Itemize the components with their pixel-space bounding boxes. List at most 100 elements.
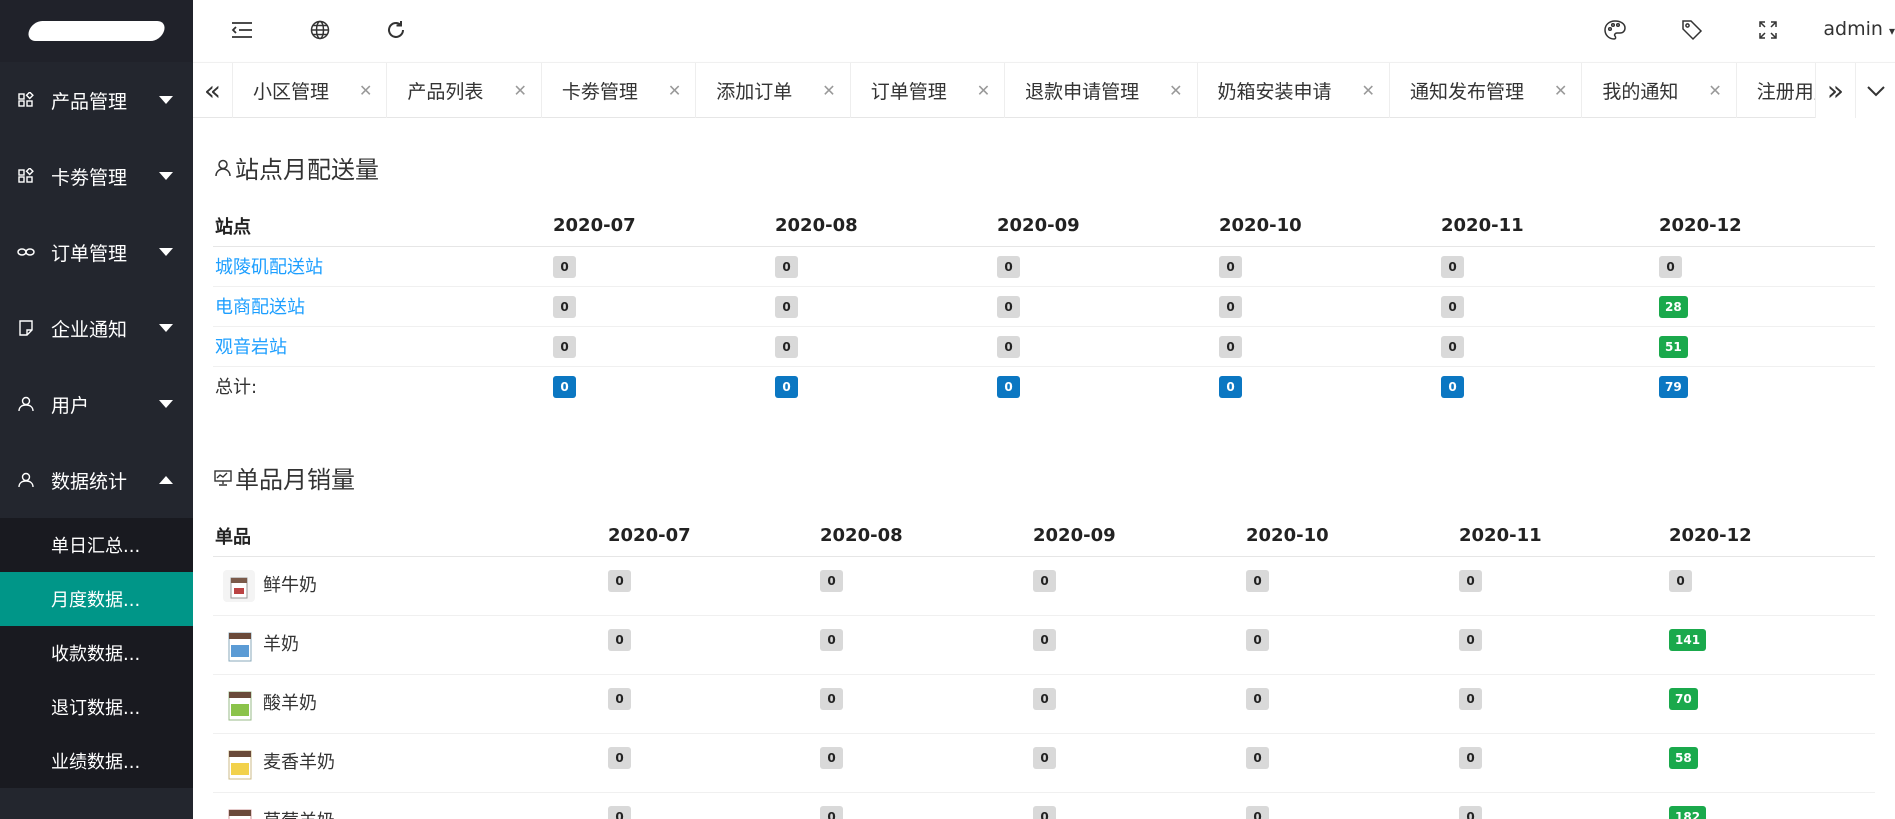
count-badge: 58 xyxy=(1669,746,1698,769)
count-badge: 0 xyxy=(1459,628,1482,651)
tab-label: 奶箱安装申请 xyxy=(1217,81,1332,103)
sidebar-group-orders[interactable]: 订单管理 xyxy=(0,214,193,290)
count-badge: 182 xyxy=(1669,805,1707,819)
total-badge: 0 xyxy=(775,375,798,398)
close-icon[interactable]: ✕ xyxy=(1554,81,1567,100)
column-header: 2020-11 xyxy=(1439,206,1657,247)
close-icon[interactable]: ✕ xyxy=(513,81,526,100)
close-icon[interactable]: ✕ xyxy=(359,81,372,100)
sidebar-item-daily-summary[interactable]: 单日汇总... xyxy=(0,518,193,572)
table-row: 观音岩站 0 0 0 0 0 51 xyxy=(213,326,1875,367)
station-link[interactable]: 城陵矶配送站 xyxy=(215,257,323,278)
admin-user-menu[interactable]: admin ▾ xyxy=(1823,18,1895,40)
count-badge: 0 xyxy=(997,255,1020,278)
count-badge: 0 xyxy=(1459,805,1482,819)
close-icon[interactable]: ✕ xyxy=(668,81,681,100)
table-row: 草莓羊奶 0 0 0 0 0 182 xyxy=(213,792,1875,819)
table-row: 酸羊奶 0 0 0 0 0 70 xyxy=(213,674,1875,734)
top-header: admin ▾ xyxy=(193,0,1895,62)
total-badge: 79 xyxy=(1659,375,1688,398)
tab-notice-publish[interactable]: 通知发布管理 ✕ xyxy=(1390,63,1583,118)
count-badge: 0 xyxy=(608,628,631,651)
tab-orders[interactable]: 订单管理 ✕ xyxy=(851,63,1006,118)
tabs-scroll-right-icon[interactable]: » xyxy=(1815,63,1855,118)
tab-add-order[interactable]: 添加订单 ✕ xyxy=(696,63,851,118)
page-tabs-bar: « 小区管理 ✕ 产品列表 ✕ 卡劵管理 ✕ 添加订单 ✕ 订单管理 ✕ 退款申请管理 ✕ 奶箱安装申请… xyxy=(193,62,1895,118)
product-name: 鲜牛奶 xyxy=(263,574,317,596)
count-badge: 0 xyxy=(820,569,843,592)
sidebar-group-label: 企业通知 xyxy=(51,318,128,341)
sidebar-item-monthly-data[interactable]: 月度数据... xyxy=(0,572,193,626)
tag-icon[interactable] xyxy=(1679,17,1705,43)
caret-down-icon xyxy=(159,400,173,408)
theme-palette-icon[interactable] xyxy=(1602,17,1628,43)
tab-coupons[interactable]: 卡劵管理 ✕ xyxy=(542,63,697,118)
station-link[interactable]: 观音岩站 xyxy=(215,337,287,358)
tab-refunds[interactable]: 退款申请管理 ✕ xyxy=(1005,63,1198,118)
count-badge: 0 xyxy=(1246,746,1269,769)
close-icon[interactable]: ✕ xyxy=(977,81,990,100)
sidebar-item-unsubscribe-data[interactable]: 退订数据... xyxy=(0,680,193,734)
sidebar-group-statistics[interactable]: 数据统计 xyxy=(0,442,193,518)
column-header: 2020-11 xyxy=(1457,516,1667,557)
total-badge: 0 xyxy=(553,375,576,398)
count-badge: 0 xyxy=(1219,295,1242,318)
caret-down-icon xyxy=(159,172,173,180)
sidebar-item-performance-data[interactable]: 业绩数据... xyxy=(0,734,193,788)
section-title-text: 站点月配送量 xyxy=(235,156,379,184)
sidebar-item-payment-data[interactable]: 收款数据... xyxy=(0,626,193,680)
sidebar-item-label: 收款数据... xyxy=(51,644,141,665)
tab-label: 卡劵管理 xyxy=(561,81,638,103)
count-badge: 0 xyxy=(820,746,843,769)
close-icon[interactable]: ✕ xyxy=(1169,81,1182,100)
sidebar-group-products[interactable]: 产品管理 xyxy=(0,62,193,138)
sidebar-item-label: 业绩数据... xyxy=(51,752,141,773)
tab-my-notices[interactable]: 我的通知 ✕ xyxy=(1582,63,1737,118)
user-icon xyxy=(213,158,233,178)
tabs-dropdown-icon[interactable] xyxy=(1855,63,1895,118)
fullscreen-icon[interactable] xyxy=(1755,17,1781,43)
table-row: 电商配送站 0 0 0 0 0 28 xyxy=(213,286,1875,327)
count-badge: 0 xyxy=(1246,569,1269,592)
tab-label: 订单管理 xyxy=(870,81,947,103)
sidebar-item-label: 单日汇总... xyxy=(51,536,141,557)
table-header-row: 单品 2020-07 2020-08 2020-09 2020-10 2020-… xyxy=(213,516,1875,557)
tab-product-list[interactable]: 产品列表 ✕ xyxy=(387,63,542,118)
close-icon[interactable]: ✕ xyxy=(822,81,835,100)
globe-icon[interactable] xyxy=(307,17,333,43)
count-badge: 0 xyxy=(775,255,798,278)
sidebar: 产品管理 卡劵管理 订单管理 企业通知 用户 数据统计 单日汇总... 月度数据… xyxy=(0,0,193,819)
main-content: 站点月配送量 站点 2020-07 2020-08 2020-09 2020-1… xyxy=(193,118,1895,819)
count-badge: 0 xyxy=(553,295,576,318)
column-header: 2020-09 xyxy=(995,206,1217,247)
tabs-scroll-left-icon[interactable]: « xyxy=(193,63,233,118)
close-icon[interactable]: ✕ xyxy=(1708,81,1721,100)
station-link[interactable]: 电商配送站 xyxy=(215,297,305,318)
sidebar-group-notices[interactable]: 企业通知 xyxy=(0,290,193,366)
product-image xyxy=(219,802,259,819)
count-badge: 0 xyxy=(1246,805,1269,819)
sidebar-group-label: 数据统计 xyxy=(51,470,128,493)
tab-community[interactable]: 小区管理 ✕ xyxy=(233,63,388,118)
sidebar-group-coupons[interactable]: 卡劵管理 xyxy=(0,138,193,214)
product-image xyxy=(219,743,259,783)
sidebar-group-users[interactable]: 用户 xyxy=(0,366,193,442)
close-icon[interactable]: ✕ xyxy=(1362,81,1375,100)
sidebar-group-label: 卡劵管理 xyxy=(51,166,128,189)
tab-milkbox-install[interactable]: 奶箱安装申请 ✕ xyxy=(1198,63,1390,118)
count-badge: 28 xyxy=(1659,295,1688,318)
refresh-icon[interactable] xyxy=(383,17,409,43)
product-image xyxy=(219,684,259,724)
apps-icon xyxy=(17,167,35,185)
column-header: 2020-12 xyxy=(1667,516,1875,557)
link-icon xyxy=(17,243,35,261)
column-header: 2020-08 xyxy=(773,206,995,247)
table-row: 羊奶 0 0 0 0 0 141 xyxy=(213,615,1875,675)
count-badge: 0 xyxy=(997,335,1020,358)
menu-fold-icon[interactable] xyxy=(229,17,255,43)
product-name: 羊奶 xyxy=(263,633,299,655)
tab-registered-users[interactable]: 注册用户✕ xyxy=(1737,63,1815,118)
logo[interactable] xyxy=(0,0,193,62)
sidebar-group-label: 用户 xyxy=(51,394,90,417)
sidebar-item-label: 月度数据... xyxy=(51,590,141,611)
